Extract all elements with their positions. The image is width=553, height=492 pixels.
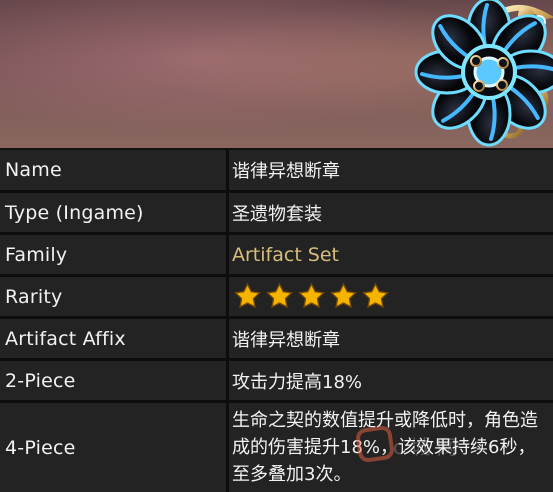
name-value: 谐律异想断章 bbox=[229, 150, 553, 190]
four-piece-value: 生命之契的数值提升或降低时，角色造成的伤害提升18%，该效果持续6秒，至多叠加3… bbox=[229, 403, 553, 492]
table-row-artifact-affix: Artifact Affix 谐律异想断章 bbox=[0, 319, 553, 358]
artifact-banner bbox=[0, 0, 553, 148]
star-icon bbox=[362, 282, 389, 309]
table-row-4-piece: 4-Piece 生命之契的数值提升或降低时，角色造成的伤害提升18%，该效果持续… bbox=[0, 403, 553, 492]
table-row-rarity: Rarity bbox=[0, 277, 553, 316]
family-link[interactable]: Artifact Set bbox=[229, 235, 553, 274]
star-icon bbox=[298, 282, 325, 309]
rarity-label: Rarity bbox=[0, 277, 226, 316]
artifact-affix-label: Artifact Affix bbox=[0, 319, 226, 358]
type-label: Type (Ingame) bbox=[0, 193, 226, 232]
black-blue-flower-artifact-icon bbox=[414, 0, 553, 147]
artifact-info-screen: Name 谐律异想断章 Type (Ingame) 圣遗物套装 Family A… bbox=[0, 0, 553, 492]
name-label: Name bbox=[0, 150, 226, 190]
table-row-name: Name 谐律异想断章 bbox=[0, 150, 553, 190]
artifact-details-table: Name 谐律异想断章 Type (Ingame) 圣遗物套装 Family A… bbox=[0, 150, 553, 492]
star-icon bbox=[330, 282, 357, 309]
table-row-2-piece: 2-Piece 攻击力提高18% bbox=[0, 361, 553, 400]
star-icon bbox=[266, 282, 293, 309]
four-piece-label: 4-Piece bbox=[0, 403, 226, 492]
rarity-value bbox=[229, 277, 553, 316]
two-piece-value: 攻击力提高18% bbox=[229, 361, 553, 400]
rarity-stars bbox=[233, 282, 390, 311]
family-label: Family bbox=[0, 235, 226, 274]
artifact-affix-value: 谐律异想断章 bbox=[229, 319, 553, 358]
table-row-type: Type (Ingame) 圣遗物套装 bbox=[0, 193, 553, 232]
two-piece-label: 2-Piece bbox=[0, 361, 226, 400]
star-icon bbox=[234, 282, 261, 309]
table-row-family: Family Artifact Set bbox=[0, 235, 553, 274]
type-value: 圣遗物套装 bbox=[229, 193, 553, 232]
